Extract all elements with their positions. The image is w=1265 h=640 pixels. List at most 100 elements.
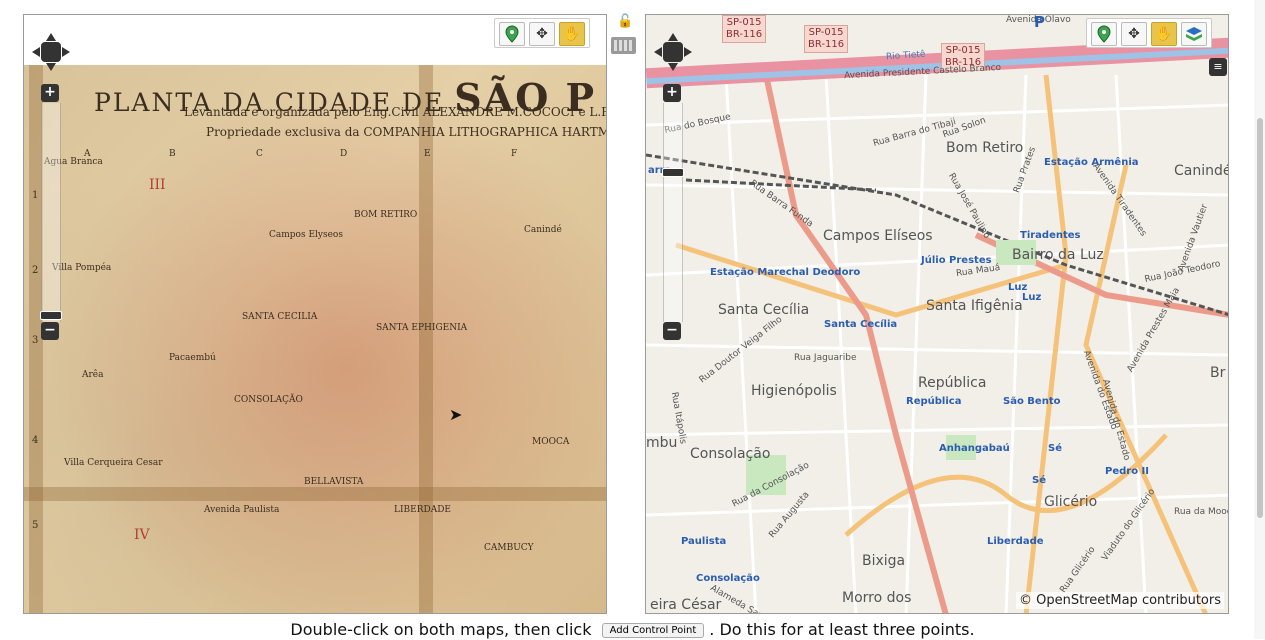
- lock-icon[interactable]: 🔓: [617, 14, 633, 29]
- zoom-out-button[interactable]: −: [41, 322, 59, 340]
- map-fold: [24, 487, 606, 501]
- station-label: Paulista: [681, 536, 727, 547]
- map-attribution[interactable]: © OpenStreetMap contributors: [1016, 592, 1224, 609]
- station-label: Estação Marechal Deodoro: [710, 267, 861, 278]
- add-point-icon[interactable]: [1091, 22, 1117, 46]
- place-label: LIBERDADE: [394, 505, 451, 515]
- page-scrollbar[interactable]: [1254, 0, 1265, 639]
- parking-poi: P: [1034, 14, 1045, 31]
- grid-letter: E: [424, 149, 431, 159]
- place-label: BELLAVISTA: [304, 477, 364, 487]
- zoom-out-button[interactable]: −: [663, 322, 681, 340]
- district-label: Canindé: [1174, 163, 1229, 179]
- layer-switcher-icon[interactable]: ≡: [1209, 58, 1227, 76]
- move-icon[interactable]: ✥: [1121, 22, 1147, 46]
- place-label: CAMBUCY: [484, 543, 534, 553]
- place-label: BOM RETIRO: [354, 210, 418, 220]
- district-label: Bairro da Luz: [1012, 247, 1104, 263]
- grid-number: 4: [32, 435, 39, 446]
- historic-map-subtitle: Levantada e organizada pelo Eng.Civil AL…: [184, 105, 606, 119]
- route-shield: SP-015 BR-116: [804, 25, 849, 53]
- place-label: Avenida Paulista: [204, 505, 280, 515]
- pan-control[interactable]: [32, 33, 70, 71]
- zoom-slider-handle[interactable]: [662, 168, 684, 177]
- station-label: Tiradentes: [1020, 230, 1081, 241]
- pan-down-icon[interactable]: [46, 63, 56, 71]
- grid-number: 1: [32, 190, 39, 201]
- district-label: Santa Cecília: [718, 302, 810, 318]
- zoom-slider-track[interactable]: [41, 103, 61, 322]
- add-point-icon[interactable]: [499, 22, 525, 46]
- reference-map-panel[interactable]: SP-015 BR-116 SP-015 BR-116 SP-015 BR-116 B…: [645, 14, 1229, 614]
- pan-center: [663, 42, 683, 62]
- place-label: Arêa: [82, 370, 104, 380]
- pan-hand-icon[interactable]: ✋: [559, 22, 585, 46]
- station-label: Liberdade: [987, 536, 1044, 547]
- district-label: Bixiga: [862, 553, 906, 569]
- historic-map-subtitle-2: Propriedade exclusiva da COMPANHIA LITHO…: [206, 125, 606, 139]
- place-label: Canindé: [524, 225, 562, 235]
- pan-up-icon[interactable]: [46, 33, 56, 41]
- pan-down-icon[interactable]: [668, 63, 678, 71]
- district-label: Santa Ifigênia: [926, 298, 1023, 314]
- keyboard-icon[interactable]: [611, 37, 636, 54]
- pan-right-icon[interactable]: [62, 47, 70, 57]
- place-label: SANTA EPHIGENIA: [376, 323, 468, 333]
- place-label: Pacaembú: [169, 353, 216, 363]
- zoom-in-button[interactable]: +: [663, 84, 681, 102]
- street-label: Rua da Mooca: [1174, 507, 1228, 517]
- mouse-cursor-icon: ➤: [449, 405, 463, 424]
- district-label: República: [918, 375, 987, 391]
- street-label: Rua Jaguaribe: [794, 353, 857, 363]
- district-label: Campos Elíseos: [823, 228, 933, 244]
- pan-right-icon[interactable]: [684, 47, 692, 57]
- place-label: Campos Elyseos: [269, 230, 343, 240]
- district-label: Glicério: [1044, 494, 1098, 510]
- zoom-slider-track[interactable]: [663, 103, 683, 322]
- station-label: Br: [1210, 365, 1226, 381]
- pan-hand-icon[interactable]: ✋: [1151, 22, 1177, 46]
- right-map-toolbar: ✥ ✋: [1086, 18, 1212, 48]
- district-label: Bom Retiro: [946, 140, 1024, 156]
- station-label: Anhangabaú: [939, 443, 1010, 454]
- station-label: Luz: [1022, 292, 1042, 303]
- station-label: Pedro II: [1105, 466, 1149, 477]
- historic-map-panel[interactable]: PLANTA DA CIDADE DE SÃO P Levantada e or…: [23, 14, 607, 614]
- scrollbar-thumb[interactable]: [1257, 118, 1263, 518]
- instructions-before: Double-click on both maps, then click: [290, 620, 592, 639]
- pan-left-icon[interactable]: [32, 47, 40, 57]
- place-label: SANTA CECILIA: [242, 312, 318, 322]
- layers-icon[interactable]: [1181, 22, 1207, 46]
- place-label: MOOCA: [532, 437, 570, 447]
- section-numeral: III: [149, 177, 166, 193]
- pan-left-icon[interactable]: [654, 47, 662, 57]
- route-shield: SP-015 BR-116: [722, 15, 767, 43]
- pan-control[interactable]: [654, 33, 692, 71]
- left-map-toolbar: ✥ ✋: [494, 18, 590, 48]
- station-label: Júlio Prestes: [921, 255, 992, 266]
- district-label: Consolação: [690, 446, 771, 462]
- district-label: Higienópolis: [751, 383, 837, 399]
- station-label: Sé: [1048, 443, 1062, 454]
- grid-letter: D: [340, 149, 348, 159]
- map-fold: [419, 65, 433, 613]
- zoom-in-button[interactable]: +: [41, 84, 59, 102]
- pan-center: [41, 42, 61, 62]
- grid-number: 3: [32, 335, 39, 346]
- grid-number: 2: [32, 265, 39, 276]
- historic-map-image[interactable]: PLANTA DA CIDADE DE SÃO P Levantada e or…: [24, 65, 606, 613]
- zoom-slider-handle[interactable]: [40, 311, 62, 320]
- add-control-point-button[interactable]: Add Control Point: [601, 623, 705, 638]
- grid-letter: F: [511, 149, 518, 159]
- district-label: Morro dos: [842, 590, 912, 606]
- section-numeral: IV: [134, 527, 150, 543]
- instructions-after: . Do this for at least three points.: [709, 620, 975, 639]
- station-label: Consolação: [696, 573, 760, 584]
- move-icon[interactable]: ✥: [529, 22, 555, 46]
- grid-letter: C: [256, 149, 263, 159]
- district-label: eira César: [650, 597, 722, 613]
- station-label: Santa Cecília: [824, 319, 898, 330]
- reference-map-image[interactable]: SP-015 BR-116 SP-015 BR-116 SP-015 BR-116 B…: [646, 14, 1229, 613]
- pan-up-icon[interactable]: [668, 33, 678, 41]
- station-label: São Bento: [1003, 396, 1061, 407]
